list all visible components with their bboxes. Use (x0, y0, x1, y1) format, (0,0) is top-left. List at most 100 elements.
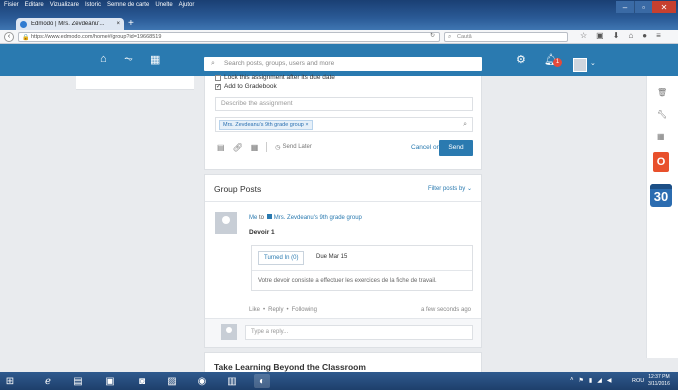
group-posts-card: Group Posts Filter posts by ⌄ Me to Mrs.… (204, 174, 482, 348)
library-nav-icon[interactable]: ▦ (150, 53, 160, 66)
backpack-icon[interactable]: ⚙ (516, 53, 526, 66)
lock-label: Lock this assignment after its due date (224, 74, 335, 81)
hamburger-menu-icon[interactable]: ≡ (656, 31, 661, 40)
group-posts-header: Group Posts Filter posts by ⌄ (205, 175, 481, 202)
reload-icon[interactable]: ↻ (430, 32, 435, 39)
link-icon[interactable]: 🔗︎ (233, 143, 243, 152)
toolbar-divider (266, 142, 268, 152)
calendar-icon[interactable]: 30 (650, 184, 672, 207)
menu-file[interactable]: Fisier (4, 2, 19, 8)
recipient-chip[interactable]: Mrs. Zevdeanu's 9th grade group × (219, 120, 313, 130)
like-link[interactable]: Like (249, 307, 260, 313)
browser-search-input[interactable]: ⌕ Caută (444, 32, 568, 42)
bookmark-star-icon[interactable]: ☆ (580, 31, 587, 40)
post-group-link[interactable]: Mrs. Zevdeanu's 9th grade group (274, 215, 362, 221)
reply-input[interactable]: Type a reply... (245, 325, 473, 340)
tray-up-icon[interactable]: ˄ (570, 377, 574, 384)
clock-date: 3/11/2016 (648, 381, 670, 387)
app-icon[interactable]: ▣ (102, 374, 118, 388)
cancel-link[interactable]: Cancel or (411, 144, 439, 151)
apps-grid-icon[interactable]: ▦ (657, 132, 665, 141)
gradebook-row[interactable]: ✓ Add to Gradebook (215, 83, 277, 90)
turned-in-button[interactable]: Turned In (0) (258, 251, 305, 265)
clock-time: 12:37 PM (648, 374, 670, 380)
signal-icon[interactable]: ◢ (597, 377, 602, 384)
promo-card: Take Learning Beyond the Classroom (204, 352, 482, 372)
start-button[interactable]: ⊞ (2, 374, 18, 388)
gradebook-checkbox[interactable]: ✓ (215, 83, 221, 90)
chip-remove-icon[interactable]: × (305, 122, 308, 128)
browser-tab[interactable]: Edmodo | Mrs. Zevdeanu'... × (16, 18, 124, 30)
left-panel-card (76, 76, 194, 90)
download-icon[interactable]: ⬇ (613, 31, 620, 40)
back-button[interactable]: ‹ (4, 32, 14, 42)
user-avatar[interactable] (573, 58, 587, 72)
describe-assignment-input[interactable]: Describe the assignment (215, 97, 473, 111)
lock-after-due-row[interactable]: Lock this assignment after its due date (215, 74, 335, 81)
assignment-box: Turned In (0) Due Mar 15 Votre devoir co… (251, 245, 473, 291)
firefox-icon[interactable]: ◐ (254, 374, 270, 388)
send-later-button[interactable]: ◷ Send Later (275, 144, 312, 151)
library-icon[interactable]: ▦ (251, 143, 259, 152)
gradebook-label: Add to Gradebook (224, 83, 277, 90)
reply-avatar (221, 324, 237, 340)
search-icon: ⌕ (448, 34, 452, 40)
assignment-composer: Lock this assignment after its due date … (204, 74, 482, 170)
post-author-avatar[interactable] (215, 212, 237, 234)
post-title[interactable]: Devoir 1 (249, 229, 275, 236)
maximize-button[interactable]: ▫ (634, 1, 652, 13)
volume-icon[interactable]: ◀ (607, 377, 612, 384)
flag-icon[interactable]: ⚑ (579, 377, 584, 384)
trash-icon[interactable]: 🗑︎ (657, 88, 667, 97)
reply-link[interactable]: Reply (268, 307, 283, 313)
reply-area: Type a reply... (205, 318, 481, 347)
filter-posts-dropdown[interactable]: Filter posts by ⌄ (428, 185, 472, 192)
promo-title: Take Learning Beyond the Classroom (214, 362, 366, 372)
following-link[interactable]: Following (292, 307, 317, 313)
progress-nav-icon[interactable]: ⏦ (124, 53, 133, 66)
recipients-field[interactable]: Mrs. Zevdeanu's 9th grade group × ⌕ (215, 117, 473, 132)
browser-toolbar-icons: ☆ ▣ ⬇ ⌂ ● ≡ (580, 31, 661, 40)
file-icon[interactable]: ▤ (217, 143, 225, 152)
menu-history[interactable]: Istoric (85, 2, 101, 8)
chevron-down-icon[interactable]: ⌄ (590, 59, 596, 67)
new-tab-button[interactable]: + (128, 18, 134, 30)
app-header: ⌂ ⏦ ▦ ⌕ Search posts, groups, users and … (0, 44, 678, 76)
tab-close-icon[interactable]: × (116, 21, 120, 27)
menu-help[interactable]: Ajutor (179, 2, 195, 8)
minimize-button[interactable]: – (616, 1, 634, 13)
camera-icon[interactable]: ◙ (134, 374, 150, 388)
document-icon[interactable]: ▥ (224, 374, 240, 388)
hp-icon[interactable]: ◉ (194, 374, 210, 388)
menu-view[interactable]: Vizualizare (50, 2, 79, 8)
action-separator: • (263, 307, 266, 313)
pocket-icon[interactable]: ● (642, 31, 647, 40)
home-icon[interactable]: ⌂ (628, 31, 633, 40)
os-taskbar: ⊞ ℯ ▤ ▣ ◙ ▨ ◉ ▥ ◐ ˄ ⚑ ▮ ◢ ◀ ROU 12:37 PM… (0, 372, 678, 390)
composer-toolbar: ▤ 🔗︎ ▦ ◷ Send Later (217, 142, 312, 152)
post-actions: Like • Reply • Following (249, 307, 317, 313)
url-bar[interactable]: 🔒 https://www.edmodo.com/home#/group?id=… (18, 32, 440, 42)
media-icon[interactable]: ▨ (164, 374, 180, 388)
reading-list-icon[interactable]: ▣ (596, 31, 604, 40)
menu-edit[interactable]: Editare (25, 2, 44, 8)
home-nav-icon[interactable]: ⌂ (100, 53, 107, 65)
network-icon[interactable]: ▮ (589, 377, 592, 384)
post-sender-link[interactable]: Me (249, 215, 257, 221)
global-search-input[interactable]: ⌕ Search posts, groups, users and more (204, 57, 482, 71)
language-indicator[interactable]: ROU (632, 378, 644, 384)
send-button[interactable]: Send (439, 140, 473, 156)
global-search-placeholder: Search posts, groups, users and more (224, 60, 335, 67)
menu-tools[interactable]: Unelte (155, 2, 172, 8)
menu-bookmarks[interactable]: Semne de carte (107, 2, 149, 8)
browser-titlebar: Fisier Editare Vizualizare Istoric Semne… (0, 0, 678, 30)
clock[interactable]: 12:37 PM 3/11/2016 (648, 374, 670, 388)
explorer-icon[interactable]: ▤ (70, 374, 86, 388)
office-app-icon[interactable]: O (653, 152, 669, 172)
wrench-icon[interactable]: 🔧︎ (657, 110, 667, 119)
close-window-button[interactable]: ✕ (652, 1, 676, 13)
search-icon: ⌕ (211, 60, 215, 67)
group-posts-title: Group Posts (214, 184, 262, 194)
ie-icon[interactable]: ℯ (40, 374, 56, 388)
lock-checkbox[interactable] (215, 74, 221, 81)
